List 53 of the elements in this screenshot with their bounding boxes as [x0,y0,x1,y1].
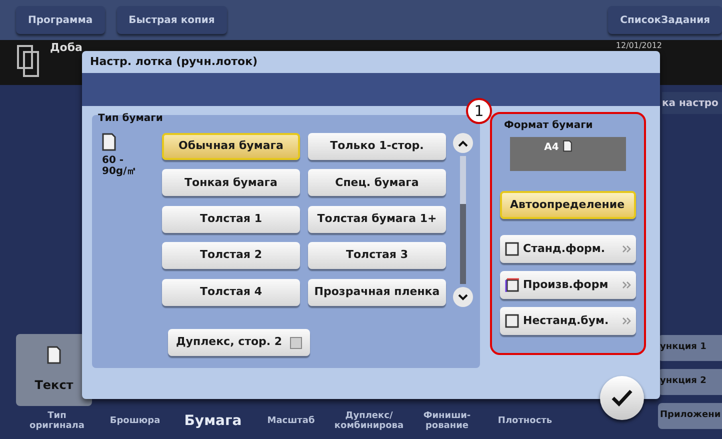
status-message: Доба [50,40,82,56]
paper-type-button[interactable]: Тонкая бумага [162,169,300,196]
function-button[interactable]: ункция 2 [658,369,722,395]
document-icon [47,346,61,364]
function-tab[interactable]: Брошюра [98,403,172,439]
paper-size-option[interactable]: Произв.форм [500,271,636,299]
paper-type-button[interactable]: Прозрачная пленка [308,278,446,306]
function-tab[interactable]: Дуплекс/ комбинирова [332,403,406,439]
copy-icon [16,44,42,78]
square-icon [505,314,519,328]
double-chevron-icon [622,281,631,289]
paper-type-button[interactable]: Толстая 1 [162,206,300,233]
top-button[interactable]: Быстрая копия [116,6,227,34]
paper-type-button[interactable]: Спец. бумага [308,169,446,196]
function-tab[interactable]: Бумага [176,403,250,439]
paper-size-option[interactable]: Станд.форм. [500,235,636,263]
checkmark-icon [611,389,633,407]
paper-size-option[interactable]: Нестанд.бум. [500,307,636,335]
chevron-down-icon [458,294,468,300]
ok-check-button[interactable] [600,376,644,420]
paper-type-button[interactable]: Только 1-стор. [308,133,446,160]
function-tab[interactable]: Финиши- рование [410,403,484,439]
paper-type-button[interactable]: Толстая бумага 1+ [308,206,446,233]
chevron-up-icon [458,140,468,146]
function-tab[interactable]: Плотность [488,403,562,439]
portrait-paper-icon [562,140,572,152]
auto-detect-button[interactable]: Автоопределение [500,191,636,219]
paper-type-button[interactable]: Толстая 2 [162,242,300,270]
square-icon [505,242,519,256]
settings-label: ка настро [662,96,718,110]
function-tab[interactable]: Масштаб [254,403,328,439]
paper-type-button[interactable]: Толстая 3 [308,242,446,270]
duplex-checkbox[interactable] [290,336,302,348]
paper-weight: 60 - 90g/㎡ [102,155,137,177]
status-date: 12/01/2012 [616,41,662,51]
function-button[interactable]: Приложени [658,403,722,429]
double-chevron-icon [622,245,631,253]
scroll-up-button[interactable] [453,133,473,153]
paper-size-heading: Формат бумаги [504,119,593,133]
paper-type-button[interactable]: Толстая 4 [162,278,300,306]
paper-icon [102,133,116,151]
top-button[interactable]: Программа [16,6,105,34]
double-chevron-icon [622,317,631,325]
function-button[interactable]: ункция 1 [658,335,722,361]
dialog-title: Настр. лотка (ручн.лоток) [90,54,258,70]
paper-type-button[interactable]: Обычная бумага [162,133,300,160]
paper-size-value: A4 [544,141,559,155]
function-tab[interactable]: Тип оригинала [20,403,94,439]
scroll-down-button[interactable] [453,287,473,307]
paper-type-heading: Тип бумаги [98,112,163,126]
top-button[interactable]: СписокЗадания [608,6,722,34]
custom-size-icon [505,278,519,292]
duplex-button[interactable]: Дуплекс, стор. 2 [168,329,310,356]
